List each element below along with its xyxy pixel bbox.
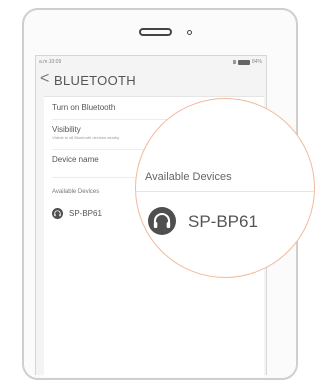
page-title: BLUETOOTH	[54, 73, 136, 88]
headphones-icon	[52, 207, 63, 219]
front-camera	[187, 30, 192, 35]
lens-divider	[136, 191, 314, 192]
lens-device-name[interactable]: SP-BP61	[188, 212, 258, 232]
back-button[interactable]: <	[40, 70, 49, 88]
battery-percent: 84%	[251, 59, 262, 65]
status-bar: a.m.10:09 84%	[36, 56, 266, 68]
speaker-grille	[139, 28, 172, 36]
lens-available-devices-label: Available Devices	[145, 171, 232, 183]
signal-icon	[230, 60, 236, 64]
title-bar: < BLUETOOTH	[36, 68, 266, 92]
status-indicators: 84%	[230, 59, 262, 65]
zoom-lens: Available Devices SP-BP61	[135, 98, 315, 278]
lens-headphones-icon	[148, 207, 176, 235]
status-time: a.m.10:09	[39, 59, 62, 65]
device-name: SP-BP61	[69, 208, 102, 218]
battery-icon	[237, 59, 250, 65]
